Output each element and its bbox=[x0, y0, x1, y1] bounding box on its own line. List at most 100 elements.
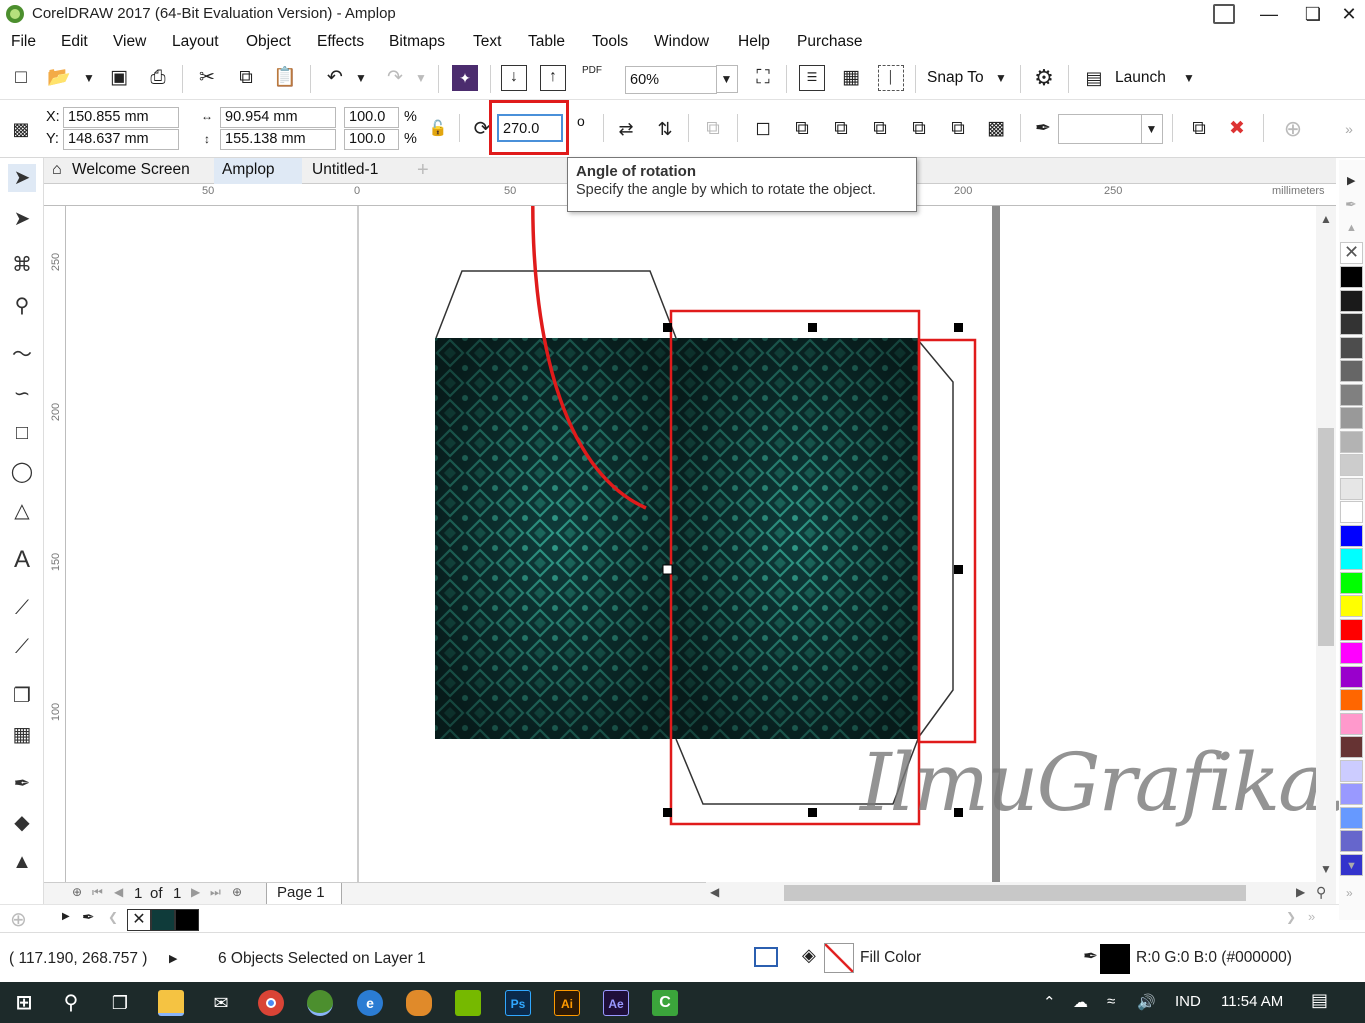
options-gear-icon[interactable]: ⚙ bbox=[1031, 65, 1057, 91]
paste-icon[interactable]: 📋 bbox=[272, 65, 298, 91]
vertical-ruler[interactable]: 250 200 150 100 bbox=[44, 206, 66, 882]
add-toolbar-item-icon[interactable]: ⊕ bbox=[1280, 116, 1306, 142]
palette-swatch[interactable] bbox=[1340, 736, 1363, 758]
tab-welcome-screen[interactable]: ⌂ Welcome Screen bbox=[44, 158, 214, 184]
last-page-icon[interactable]: ⏭ bbox=[210, 885, 221, 900]
parallel-dimension-tool-icon[interactable]: ⟋ bbox=[8, 594, 36, 622]
artistic-media-tool-icon[interactable]: ∽ bbox=[8, 380, 36, 408]
palette-swatch[interactable] bbox=[1340, 548, 1363, 570]
crop-tool-icon[interactable]: ⌘ bbox=[8, 251, 36, 279]
redo-icon[interactable]: ↷ bbox=[382, 65, 408, 91]
coreldraw-taskbar-icon[interactable] bbox=[307, 990, 333, 1016]
palette-swatch[interactable] bbox=[1340, 313, 1363, 335]
simplify-icon[interactable]: ⧉ bbox=[867, 116, 893, 142]
trim-icon[interactable]: ⧉ bbox=[789, 116, 815, 142]
palette-expand-icon[interactable]: » bbox=[1346, 886, 1353, 900]
mail-icon[interactable]: ✉ bbox=[208, 990, 234, 1016]
palette-up-icon[interactable]: ▲ bbox=[1346, 222, 1357, 234]
polygon-tool-icon[interactable]: △ bbox=[8, 497, 36, 525]
palette-swatch[interactable] bbox=[1340, 571, 1363, 594]
object-origin-icon[interactable]: ▩ bbox=[8, 116, 34, 142]
palette-swatch[interactable] bbox=[1340, 712, 1363, 735]
outline-swatch[interactable] bbox=[1100, 944, 1130, 974]
edge-icon[interactable]: e bbox=[357, 990, 383, 1016]
drop-shadow-tool-icon[interactable]: ❐ bbox=[8, 682, 36, 710]
menu-tools[interactable]: Tools bbox=[592, 33, 628, 51]
page-tab[interactable]: Page 1 bbox=[266, 883, 342, 905]
palette-swatch[interactable] bbox=[1340, 289, 1363, 312]
after-effects-icon[interactable]: Ae bbox=[603, 990, 629, 1016]
fill-swatch-none[interactable] bbox=[824, 943, 854, 973]
print-icon[interactable]: ⎙ bbox=[145, 65, 171, 91]
menu-window[interactable]: Window bbox=[654, 33, 709, 51]
weather-cloud-icon[interactable]: ☁ bbox=[1073, 993, 1088, 1011]
menu-edit[interactable]: Edit bbox=[61, 33, 88, 51]
tab-amplop[interactable]: Amplop bbox=[214, 158, 302, 184]
search-icon[interactable]: ⚲ bbox=[58, 990, 84, 1016]
no-color-swatch[interactable]: ✕ bbox=[1340, 242, 1363, 264]
task-view-icon[interactable]: ❐ bbox=[107, 990, 133, 1016]
doc-palette-menu-icon[interactable]: ▶ bbox=[62, 911, 70, 922]
palette-swatch[interactable] bbox=[1340, 830, 1363, 852]
doc-eyedropper-icon[interactable]: ✒ bbox=[82, 908, 95, 926]
convert-to-curves-icon[interactable]: ⧉ bbox=[1186, 116, 1212, 142]
palette-swatch[interactable] bbox=[1340, 595, 1363, 617]
save-icon[interactable]: ▣ bbox=[106, 65, 132, 91]
palette-swatch[interactable] bbox=[1340, 806, 1363, 829]
lock-ratio-icon[interactable]: 🔓 bbox=[425, 116, 451, 142]
palette-swatch[interactable] bbox=[1340, 477, 1363, 500]
palette-swatch[interactable] bbox=[1340, 407, 1363, 429]
shape-tool-icon[interactable]: ➤ bbox=[8, 205, 36, 233]
palette-swatch[interactable] bbox=[1340, 336, 1363, 359]
palette-swatch[interactable] bbox=[1340, 642, 1363, 664]
interactive-fill-tool-icon[interactable]: ◆ bbox=[8, 809, 36, 837]
outline-pen-icon[interactable]: ✒ bbox=[1030, 116, 1056, 142]
rectangle-tool-icon[interactable]: □ bbox=[8, 419, 36, 447]
minimize-button[interactable]: — bbox=[1246, 0, 1292, 30]
app-torch-icon[interactable] bbox=[406, 990, 432, 1016]
full-screen-icon[interactable]: ⛶ bbox=[750, 65, 776, 91]
first-page-icon[interactable]: ⏮ bbox=[92, 885, 103, 900]
palette-swatch[interactable] bbox=[1340, 759, 1363, 782]
zoom-level-field[interactable]: 60% bbox=[625, 66, 717, 94]
publish-pdf-icon[interactable]: PDF bbox=[579, 65, 605, 91]
tray-expand-icon[interactable]: ⌃ bbox=[1043, 993, 1056, 1011]
account-icon[interactable] bbox=[1213, 4, 1235, 24]
palette-swatch[interactable] bbox=[1340, 430, 1363, 453]
palette-swatch[interactable] bbox=[1340, 360, 1363, 382]
palette-swatch[interactable] bbox=[1340, 618, 1363, 641]
menu-file[interactable]: File bbox=[11, 33, 36, 51]
rotation-angle-field[interactable]: 270.0 bbox=[497, 114, 563, 142]
tab-untitled-1[interactable]: Untitled-1 bbox=[304, 158, 404, 184]
create-boundary-icon[interactable]: ▩ bbox=[983, 116, 1009, 142]
snap-to-dropdown-icon[interactable]: ▼ bbox=[988, 65, 1014, 91]
zoom-navigator-icon[interactable]: ⚲ bbox=[1316, 884, 1326, 901]
search-content-icon[interactable]: ✦ bbox=[452, 65, 478, 91]
copy-icon[interactable]: ⧉ bbox=[233, 65, 259, 91]
doc-scroll-left-icon[interactable]: ❮ bbox=[108, 910, 118, 924]
outline-width-dropdown-icon[interactable]: ▼ bbox=[1141, 114, 1163, 144]
scroll-right-icon[interactable]: ▶ bbox=[1296, 885, 1305, 899]
front-minus-back-icon[interactable]: ⧉ bbox=[906, 116, 932, 142]
scroll-left-icon[interactable]: ◀ bbox=[710, 885, 719, 899]
menu-object[interactable]: Object bbox=[246, 33, 291, 51]
break-apart-icon[interactable]: ✖ bbox=[1224, 116, 1250, 142]
group-icon[interactable]: ⧉ bbox=[700, 116, 726, 142]
snap-to-label[interactable]: Snap To bbox=[927, 69, 984, 87]
prev-page-icon[interactable]: ◀ bbox=[114, 885, 123, 899]
nvidia-icon[interactable] bbox=[455, 990, 481, 1016]
palette-down-icon[interactable]: ▼ bbox=[1346, 860, 1357, 872]
launch-icon[interactable]: ▤ bbox=[1081, 65, 1107, 91]
new-document-icon[interactable]: □ bbox=[8, 65, 34, 91]
add-page-after-icon[interactable]: ⊕ bbox=[232, 885, 242, 899]
pick-tool-icon[interactable]: ➤ bbox=[8, 164, 36, 192]
ellipse-tool-icon[interactable]: ◯ bbox=[8, 458, 36, 486]
open-icon[interactable]: 📂 bbox=[46, 65, 72, 91]
menu-view[interactable]: View bbox=[113, 33, 146, 51]
launch-dropdown-icon[interactable]: ▼ bbox=[1176, 65, 1202, 91]
outline-width-field[interactable] bbox=[1058, 114, 1142, 144]
clock[interactable]: 11:54 AM bbox=[1221, 993, 1283, 1010]
wifi-icon[interactable]: ≈ bbox=[1107, 993, 1115, 1010]
photoshop-icon[interactable]: Ps bbox=[505, 990, 531, 1016]
color-eyedropper-tool-icon[interactable]: ✒ bbox=[8, 770, 36, 798]
